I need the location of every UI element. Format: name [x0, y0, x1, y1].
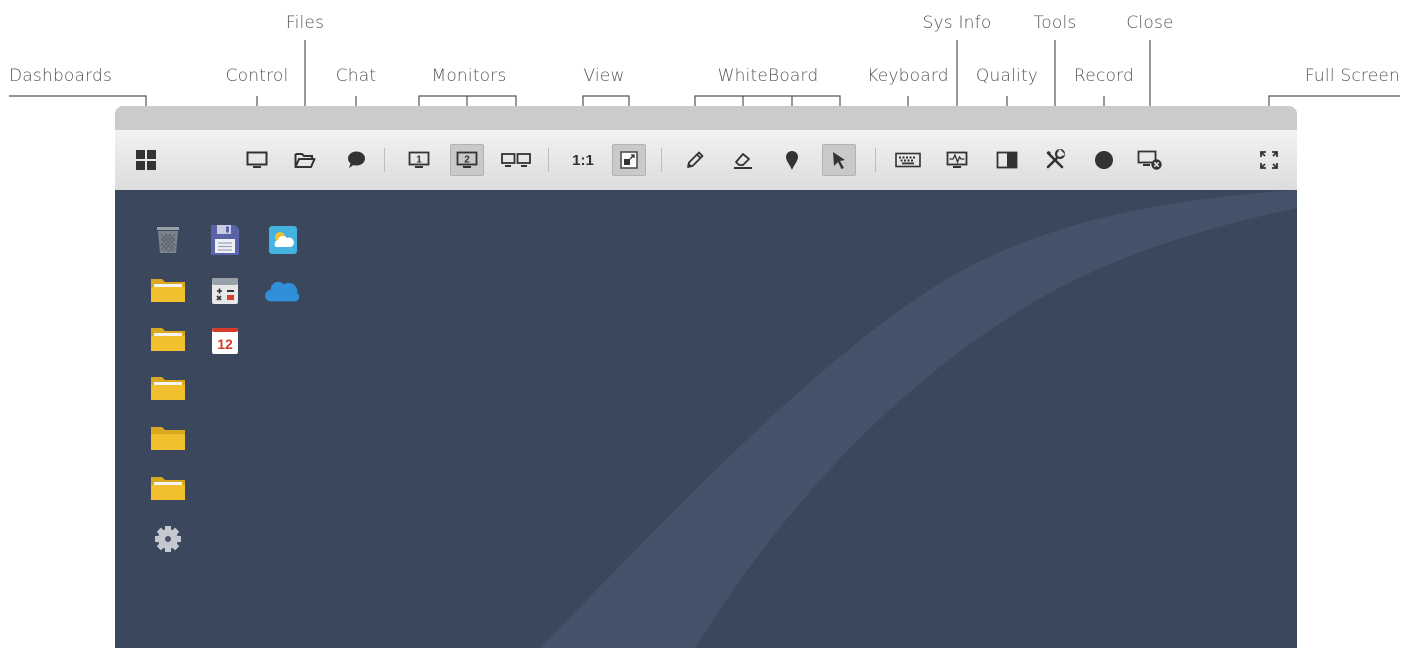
callout-chat: Chat [335, 66, 377, 86]
callout-view: View [583, 66, 625, 86]
monitor-1-button[interactable]: 1 [402, 144, 436, 176]
callout-dashboards: Dashboards [9, 66, 113, 86]
close-session-button[interactable] [1133, 144, 1167, 176]
weather-shortcut[interactable] [265, 222, 301, 258]
toolbar-separator [548, 148, 549, 172]
control-button[interactable] [240, 144, 274, 176]
tools-button[interactable] [1038, 144, 1072, 176]
pencil-button[interactable] [678, 144, 712, 176]
record-button[interactable] [1087, 144, 1121, 176]
folder-icon [151, 279, 185, 302]
eraser-button[interactable] [726, 144, 760, 176]
files-icon [294, 153, 316, 168]
view-scale-button[interactable] [612, 144, 646, 176]
calendar-icon: 12 [212, 328, 238, 354]
pencil-icon [687, 151, 704, 168]
weather-icon [269, 226, 297, 254]
folder-icon [151, 328, 185, 351]
callout-record: Record [1074, 66, 1134, 86]
callout-keyboard: Keyboard [867, 66, 949, 86]
callout-whiteboard: WhiteBoard [717, 66, 819, 86]
dashboards-button[interactable] [129, 144, 163, 176]
settings-gear-icon [155, 526, 181, 552]
calendar-shortcut[interactable]: 12 [207, 323, 243, 359]
folder-icon [151, 477, 185, 500]
wallpaper-swoosh [540, 190, 1297, 648]
callout-control: Control [225, 66, 289, 86]
folder-shortcut-3[interactable] [150, 369, 186, 405]
callout-tools: Tools [1033, 13, 1077, 33]
marker-icon [786, 151, 798, 170]
folder-shortcut-2[interactable] [150, 320, 186, 356]
full-screen-button[interactable] [1252, 144, 1286, 176]
keyboard-icon [895, 152, 921, 168]
monitor-2-button[interactable]: 2 [450, 144, 484, 176]
folder-shortcut-4[interactable] [150, 419, 186, 455]
monitor-2-label: 2 [464, 155, 470, 166]
callout-close: Close [1126, 13, 1174, 33]
trash-shortcut[interactable] [150, 222, 186, 258]
toolbar-separator [875, 148, 876, 172]
view-ratio-label: 1:1 [572, 151, 594, 169]
sys-info-icon [946, 151, 968, 168]
folder-icon [151, 427, 185, 450]
all-monitors-button[interactable] [499, 144, 533, 176]
callout-files: Files [285, 13, 325, 33]
full-screen-icon [1260, 151, 1278, 169]
trash-icon [157, 227, 179, 253]
quality-button[interactable] [990, 144, 1024, 176]
window-titlebar [115, 106, 1297, 130]
chat-icon [348, 151, 365, 168]
view-scale-icon [620, 151, 638, 169]
settings-shortcut[interactable] [150, 521, 186, 557]
cloud-icon [265, 281, 300, 302]
pointer-icon [833, 152, 845, 169]
folder-icon [151, 377, 185, 400]
record-icon [1095, 151, 1113, 169]
calendar-day: 12 [217, 336, 233, 352]
folder-shortcut-1[interactable] [150, 271, 186, 307]
monitor-1-icon: 1 [408, 151, 430, 168]
callout-full-screen: Full Screen [1304, 66, 1400, 86]
remote-session-window: 1 2 1:1 12 [115, 106, 1297, 648]
chat-button[interactable] [339, 144, 373, 176]
dashboards-icon [136, 150, 156, 170]
control-icon [246, 151, 268, 168]
all-monitors-icon [501, 153, 531, 167]
pointer-button[interactable] [822, 144, 856, 176]
eraser-icon [734, 153, 752, 169]
tools-icon [1046, 149, 1066, 169]
folder-shortcut-5[interactable] [150, 469, 186, 505]
save-shortcut[interactable] [207, 222, 243, 258]
cloud-shortcut[interactable] [265, 273, 301, 309]
session-toolbar: 1 2 1:1 [115, 130, 1297, 191]
callout-monitors: Monitors [431, 66, 507, 86]
files-button[interactable] [288, 144, 322, 176]
view-actual-size-button[interactable]: 1:1 [566, 144, 600, 176]
callout-sys-info: Sys Info [922, 13, 992, 33]
toolbar-separator [384, 148, 385, 172]
keyboard-button[interactable] [891, 144, 925, 176]
sys-info-button[interactable] [940, 144, 974, 176]
monitor-1-label: 1 [416, 155, 422, 166]
remote-desktop[interactable]: 12 [115, 190, 1297, 648]
quality-icon [996, 151, 1018, 169]
calculator-icon [212, 278, 238, 304]
marker-button[interactable] [775, 144, 809, 176]
close-session-icon [1137, 150, 1162, 170]
monitor-2-icon: 2 [456, 151, 478, 168]
floppy-disk-icon [211, 225, 239, 255]
calculator-shortcut[interactable] [207, 273, 243, 309]
toolbar-separator [661, 148, 662, 172]
callout-quality: Quality [975, 66, 1039, 86]
